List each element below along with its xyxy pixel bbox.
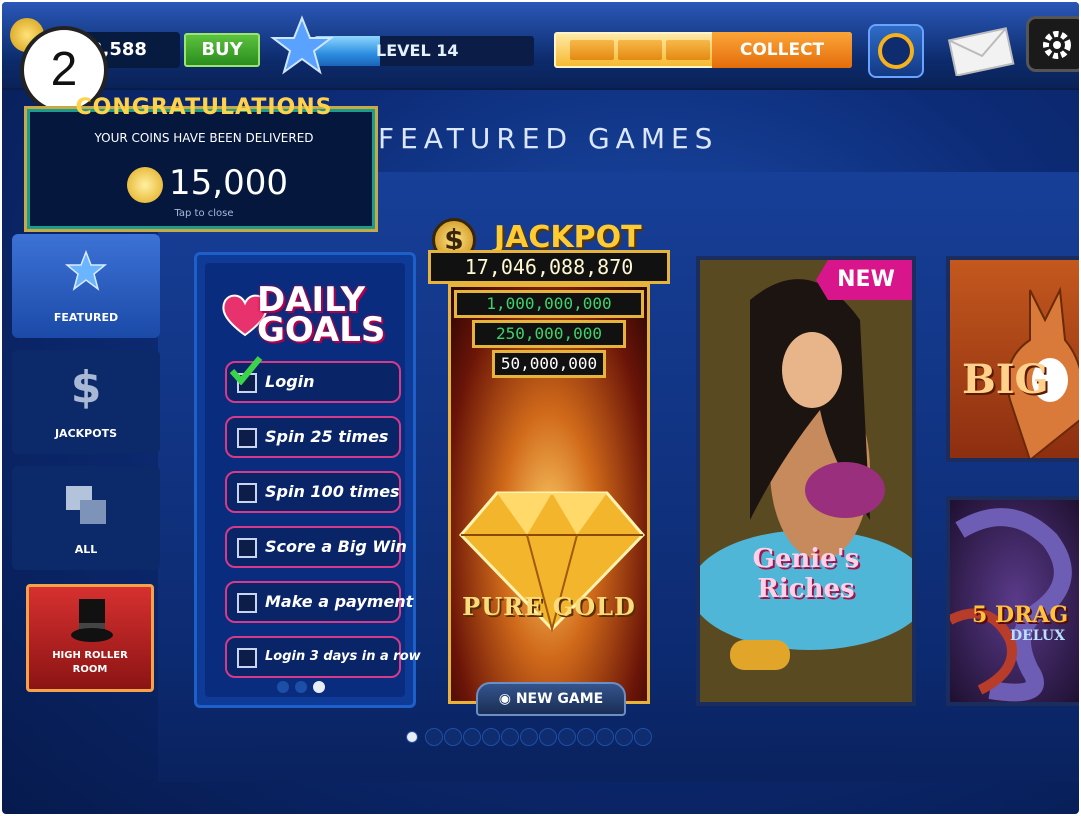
high-roller-line1: HIGH ROLLER (52, 650, 128, 661)
pager-dot[interactable] (444, 728, 462, 746)
section-title: FEATURED GAMES (378, 122, 719, 155)
new-game-badge: ◉ NEW GAME (476, 682, 626, 716)
goal-label: Make a payment (265, 592, 414, 611)
checkmark-icon (229, 356, 263, 385)
goal-label: Login 3 days in a row (265, 649, 421, 664)
star-icon (64, 250, 108, 291)
pager-dot[interactable] (295, 681, 307, 693)
new-badge: NEW (816, 260, 912, 300)
dollar-icon: $ (70, 362, 102, 413)
casino-lobby: 3,588 BUY LEVEL 14 COLLECT 2 FEATURED GA… (2, 2, 1079, 814)
tap-to-close-hint: Tap to close (174, 208, 234, 219)
daily-goals-panel[interactable]: DAILY GOALS Login Spin 25 times Spin 100 t… (194, 252, 421, 708)
daily-goals-title-line2: GOALS (257, 310, 386, 350)
settings-gear-icon (1043, 31, 1071, 59)
top-hat-icon (71, 599, 113, 642)
buy-button[interactable]: BUY (184, 33, 260, 67)
goal-label: Spin 100 times (265, 482, 400, 501)
pager-dot[interactable] (615, 728, 633, 746)
goal-row[interactable]: Login (225, 356, 401, 403)
high-roller-room-button[interactable]: HIGH ROLLER ROOM (26, 584, 154, 692)
goal-label: Spin 25 times (265, 427, 389, 446)
collect-segment (666, 40, 710, 60)
star-icon (270, 15, 334, 75)
sidebar-item-label: ALL (74, 543, 98, 556)
squares-icon (66, 486, 106, 524)
five-dragons-deluxe-game-card[interactable]: 5 DRAG DELUX (946, 496, 1079, 706)
jackpot-tier: 250,000,000 (472, 320, 626, 348)
collect-button[interactable]: COLLECT (712, 32, 852, 68)
goal-checkbox (237, 483, 257, 503)
goal-label: Login (265, 372, 315, 391)
five-dragons-logo: 5 DRAG (972, 602, 1069, 628)
sidebar-item-all[interactable]: ALL (12, 466, 160, 570)
goal-row[interactable]: Spin 25 times (225, 416, 401, 458)
goal-checkbox (237, 648, 257, 668)
pure-gold-logo: PURE GOLD (462, 592, 636, 621)
high-roller-label: HIGH ROLLER ROOM (29, 649, 151, 677)
new-game-label: NEW GAME (515, 691, 604, 707)
genies-riches-game-card[interactable]: NEW Genie's Riches (696, 256, 916, 706)
big-red-logo: BIG (962, 356, 1049, 403)
goal-row[interactable]: Make a payment (225, 581, 413, 623)
settings-button[interactable] (1026, 16, 1079, 72)
goal-row[interactable]: Login 3 days in a row (225, 636, 421, 678)
sidebar-item-label: JACKPOTS (54, 427, 118, 440)
goal-label: Score a Big Win (265, 537, 407, 556)
pager-dot[interactable] (558, 728, 576, 746)
big-red-game-card[interactable]: BIG (946, 256, 1079, 462)
sidebar-item-featured[interactable]: FEATURED (12, 234, 160, 338)
pager-dot-active[interactable] (406, 731, 418, 743)
pager-dot[interactable] (520, 728, 538, 746)
goal-checkbox (237, 428, 257, 448)
dragon-artwork (950, 508, 1072, 702)
congrats-subtitle: YOUR COINS HAVE BEEN DELIVERED (94, 131, 314, 145)
pager-dot[interactable] (539, 728, 557, 746)
jackpot-tier: 50,000,000 (492, 350, 606, 378)
goal-row[interactable]: Spin 100 times (225, 471, 401, 513)
sidebar-item-label: FEATURED (53, 311, 119, 324)
pager-dot[interactable] (596, 728, 614, 746)
coins-awarded-amount: 15,000 (169, 163, 288, 203)
pager-dot[interactable] (463, 728, 481, 746)
level-label: LEVEL 14 (376, 41, 459, 60)
collect-segment (618, 40, 662, 60)
genies-riches-logo: Genie's Riches (752, 544, 860, 604)
pager-dot[interactable] (482, 728, 500, 746)
genie-artwork (700, 260, 912, 702)
bonus-wheel-icon (878, 33, 914, 69)
jackpot-amount: 17,046,088,870 (428, 250, 670, 284)
daily-goals-title: DAILY GOALS (257, 283, 386, 350)
pager-dot[interactable] (277, 681, 289, 693)
congrats-title: CONGRATULATIONS (75, 95, 333, 120)
new-game-icon: ◉ (498, 691, 511, 707)
congratulations-popup[interactable]: CONGRATULATIONS YOUR COINS HAVE BEEN DEL… (24, 95, 378, 232)
pager-dot[interactable] (577, 728, 595, 746)
goal-checkbox (237, 593, 257, 613)
pager-dot[interactable] (501, 728, 519, 746)
pager-dot[interactable] (425, 728, 443, 746)
goal-row[interactable]: Score a Big Win (225, 526, 407, 568)
goal-checkbox (237, 538, 257, 558)
pure-gold-game-card[interactable]: $ JACKPOT 17,046,088,870 1,000,000,000 25… (428, 218, 670, 716)
coin-icon (127, 167, 163, 203)
bonus-wheel-button[interactable] (868, 24, 924, 78)
five-dragons-subtitle: DELUX (1010, 628, 1065, 644)
sidebar-item-jackpots[interactable]: $ JACKPOTS (12, 350, 160, 454)
collect-segment (570, 40, 614, 60)
pager-dot-active[interactable] (313, 681, 325, 693)
jackpot-tier: 1,000,000,000 (454, 290, 644, 318)
high-roller-line2: ROOM (72, 664, 108, 675)
mail-icon[interactable] (946, 26, 1016, 76)
pager-dot[interactable] (634, 728, 652, 746)
